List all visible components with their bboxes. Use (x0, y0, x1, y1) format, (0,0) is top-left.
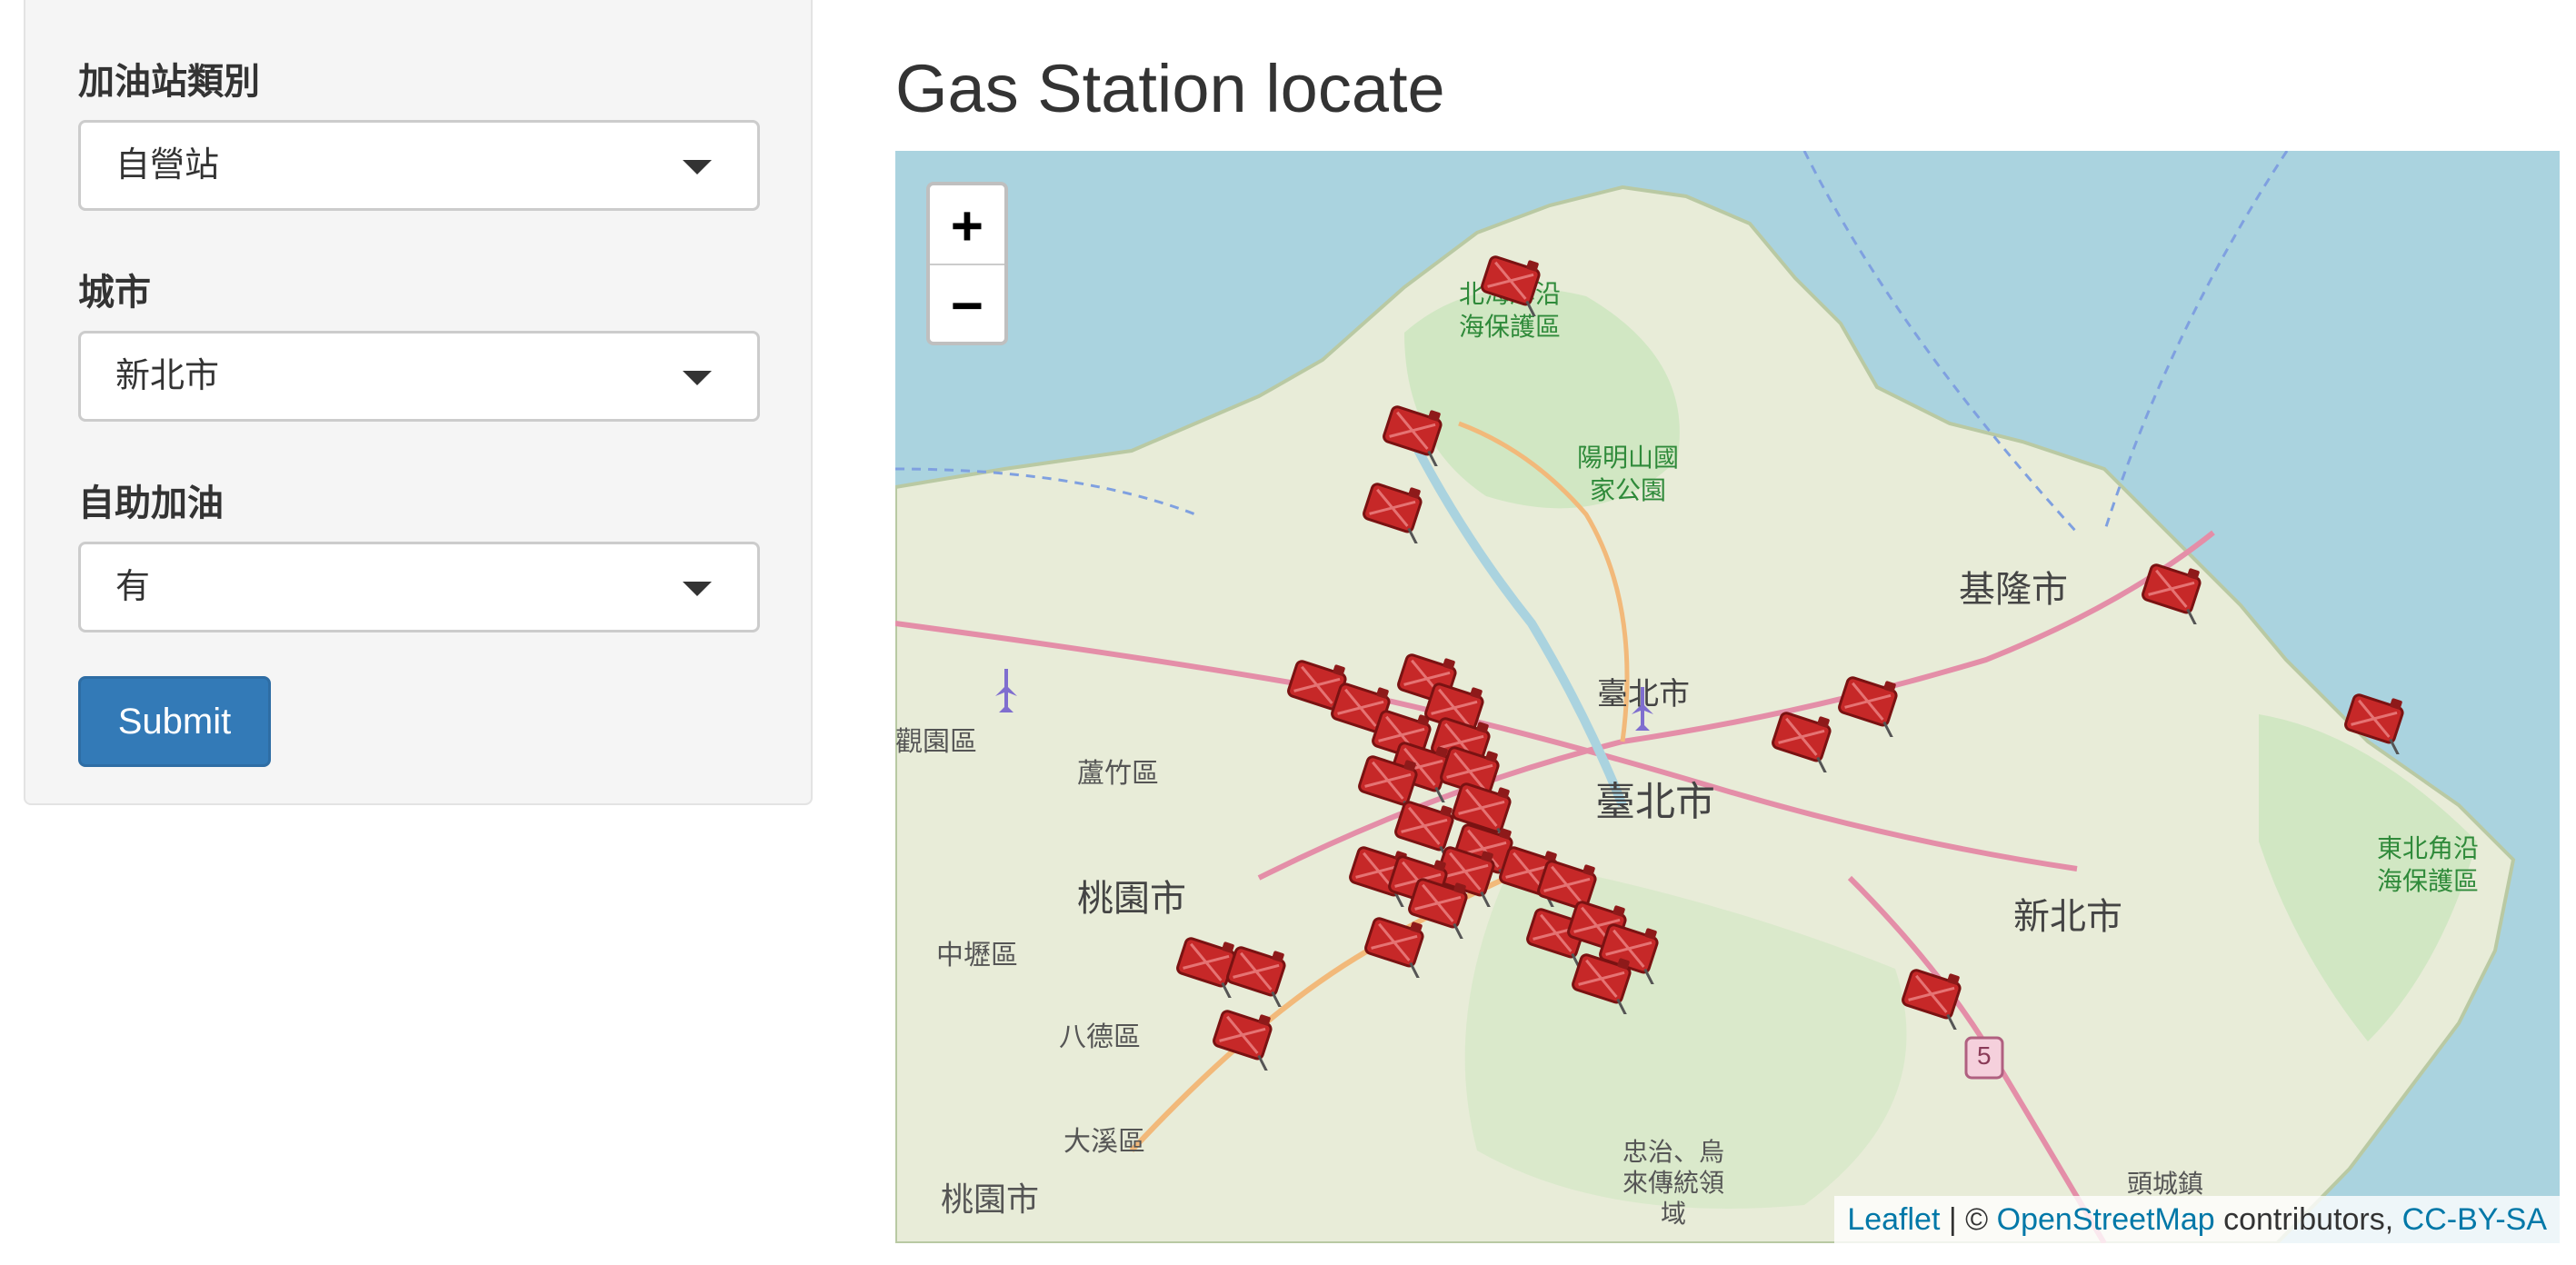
chevron-down-icon (683, 582, 712, 596)
city-select[interactable]: 新北市 (78, 331, 760, 422)
gas-can-icon[interactable] (2138, 559, 2211, 629)
self-service-label: 自助加油 (78, 483, 224, 523)
category-select-value: 自營站 (115, 146, 220, 184)
submit-button[interactable]: Submit (78, 676, 271, 767)
self-service-select-value: 有 (115, 568, 151, 606)
route-number: 5 (1977, 1041, 1992, 1070)
license-link[interactable]: CC-BY-SA (2402, 1202, 2547, 1237)
map-place-label: 臺北市 (1595, 780, 1715, 824)
gas-can-icon[interactable] (1379, 401, 1452, 471)
gas-can-icon[interactable] (1359, 478, 1432, 548)
zoom-control: + − (926, 182, 1008, 345)
gas-can-icon[interactable] (1568, 949, 1641, 1019)
osm-link[interactable]: OpenStreetMap (1997, 1202, 2215, 1237)
map-place-label: 蘆竹區 (1077, 759, 1159, 789)
map-place-label: 大溪區 (1063, 1127, 1145, 1157)
map-place-label: 新北市 (2013, 897, 2122, 937)
map-view[interactable]: 基隆市 臺北市 臺北市 新北市 桃園市 桃園市 蘆竹區 中壢區 八德區 大溪區 … (895, 151, 2560, 1243)
map-place-label: 桃園市 (1077, 879, 1186, 919)
self-service-select[interactable]: 有 (78, 542, 760, 632)
map-place-label: 頭城鎮 (2127, 1170, 2204, 1198)
map-place-label: 桃園市 (941, 1180, 1040, 1218)
attribution-separator: | © (1940, 1202, 1997, 1237)
category-select[interactable]: 自營站 (78, 120, 760, 211)
ferry-line (2102, 151, 2289, 533)
page-title: Gas Station locate (895, 51, 1445, 126)
gas-can-icon[interactable] (1209, 1005, 1282, 1075)
category-label: 加油站類別 (78, 62, 260, 102)
attribution-contributors: contributors, (2214, 1202, 2402, 1237)
map-place-label: 基隆市 (1959, 570, 2068, 610)
map-park-label: 東北角沿 海保護區 (2377, 834, 2480, 895)
city-select-value: 新北市 (115, 357, 220, 395)
gas-can-icon[interactable] (1834, 672, 1907, 742)
map-place-label: 臺北市 (1597, 677, 1690, 712)
gas-can-icon[interactable] (1898, 964, 1971, 1034)
leaflet-link[interactable]: Leaflet (1847, 1202, 1940, 1237)
map-place-label: 忠治、烏 來傳統領 域 (1622, 1138, 1725, 1228)
chevron-down-icon (683, 371, 712, 385)
map-park-label: 陽明山國 家公園 (1577, 443, 1680, 504)
zoom-in-button[interactable]: + (930, 185, 1004, 264)
gas-can-icon[interactable] (2341, 689, 2413, 759)
gas-can-icon[interactable] (1223, 941, 1295, 1011)
map-place-label: 觀園區 (895, 727, 977, 757)
chevron-down-icon (683, 160, 712, 174)
gas-can-icon[interactable] (1768, 707, 1841, 777)
map-base-layer (895, 151, 2516, 1243)
map-place-label: 中壢區 (936, 941, 1018, 971)
map-attribution: Leaflet | © OpenStreetMap contributors, … (1834, 1196, 2560, 1243)
gas-can-icon[interactable] (1477, 251, 1550, 321)
city-label: 城市 (78, 273, 151, 313)
sidebar-panel: 加油站類別 自營站 城市 新北市 自助加油 有 Submit (24, 0, 813, 805)
gas-can-icon[interactable] (1361, 912, 1433, 982)
map-place-label: 八德區 (1059, 1022, 1141, 1052)
zoom-out-button[interactable]: − (930, 264, 1004, 342)
